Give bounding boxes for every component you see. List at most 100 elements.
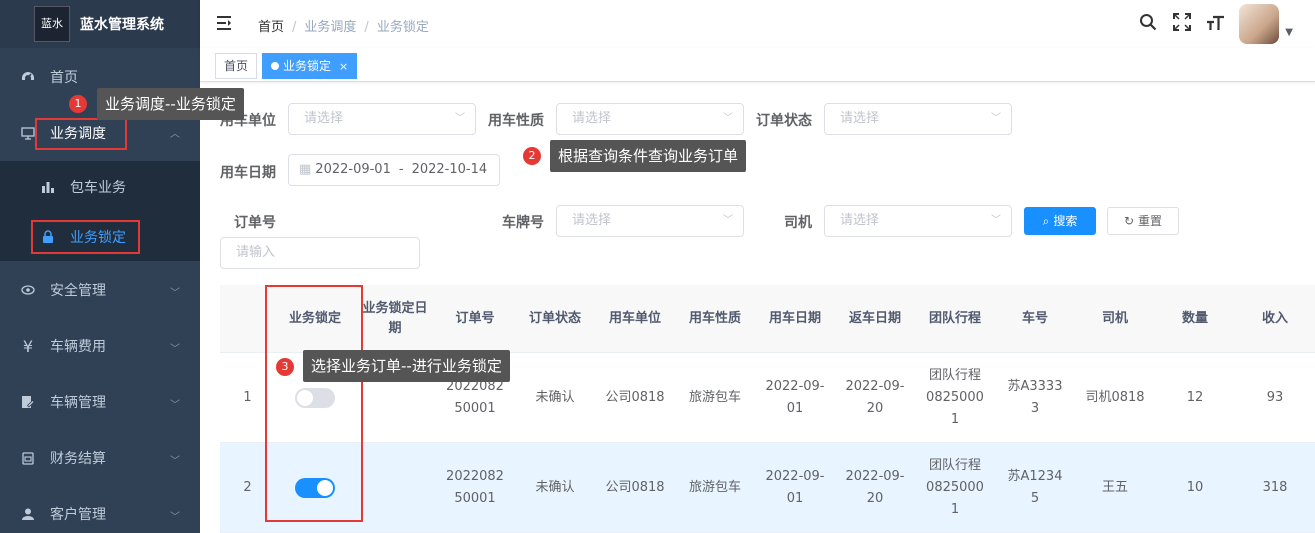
highlight-box-lock (31, 220, 140, 254)
navbar: 首页 / 业务调度 / 业务锁定 ▼ (200, 0, 1315, 48)
select-placeholder: 请选择 (840, 213, 880, 228)
trip: 团队行程 0825000 1 (926, 458, 984, 517)
sidebar-item-vehicle-fee[interactable]: ¥ 车辆费用 ﹀ (0, 318, 200, 374)
sidebar-item-label: 安全管理 (50, 283, 106, 299)
date-range-picker[interactable]: ▦ 2022-09-01-2022-10-14 (288, 154, 500, 186)
nature-label: 用车性质 (488, 113, 544, 129)
fullscreen-icon[interactable] (1165, 12, 1199, 36)
navbar-right: ▼ (1131, 0, 1315, 48)
return-date: 2022-09- 20 (845, 379, 905, 416)
tag-business-lock[interactable]: 业务锁定 × (262, 53, 358, 79)
chevron-down-icon: ﹀ (170, 344, 180, 355)
highlight-box-switch-column (265, 285, 363, 522)
unit: 公司0818 (605, 390, 665, 405)
nature-select[interactable]: 请选择 ﹀ (556, 103, 744, 135)
column-header: 业务锁定日期 (362, 301, 428, 336)
annotation-badge: 3 (276, 358, 294, 376)
quantity: 10 (1186, 480, 1204, 495)
driver: 司机0818 (1085, 390, 1145, 405)
chevron-down-icon: ﹀ (170, 456, 180, 467)
tag-home[interactable]: 首页 (215, 53, 258, 79)
logo[interactable]: 蓝水 蓝水管理系统 (0, 0, 200, 48)
select-placeholder: 请选择 (840, 111, 880, 126)
chevron-down-icon: ﹀ (170, 288, 180, 299)
annotation-badge: 1 (69, 95, 87, 113)
sidebar-item-customer[interactable]: 客户管理 ﹀ (0, 486, 200, 533)
eye-icon (20, 282, 36, 298)
sidebar: 蓝水 蓝水管理系统 首页 业务调度 ︿ 包车业务 业务锁定 安全管理 ﹀ ¥ 车… (0, 0, 200, 533)
chevron-down-icon: ﹀ (170, 512, 180, 523)
sidebar-item-label: 财务结算 (50, 451, 106, 467)
chevron-down-icon: ﹀ (723, 215, 733, 226)
order-input[interactable]: 请输入 (220, 237, 420, 269)
hamburger-icon[interactable] (215, 14, 235, 34)
caret-down-icon[interactable]: ▼ (1285, 27, 1293, 38)
search-icon: ⌕ (1042, 214, 1050, 228)
annotation-callout: 根据查询条件查询业务订单 (550, 140, 747, 172)
status-select[interactable]: 请选择 ﹀ (824, 103, 1012, 135)
sidebar-item-vehicle-manage[interactable]: 车辆管理 ﹀ (0, 374, 200, 430)
annotation-callout: 选择业务订单--进行业务锁定 (303, 350, 510, 382)
table-row[interactable]: 2 2022082 50001 未确认 公司0818 旅游包车 2022-09-… (220, 443, 1315, 533)
chevron-down-icon: ﹀ (170, 400, 180, 411)
select-placeholder: 请选择 (572, 213, 612, 228)
driver-label: 司机 (784, 215, 812, 231)
monitor-icon (20, 125, 36, 141)
column-header: 订单号 (455, 311, 495, 326)
document-edit-icon (20, 394, 36, 410)
breadcrumb-item[interactable]: 业务调度 (304, 20, 356, 35)
unit: 公司0818 (605, 480, 665, 495)
column-header: 司机 (1101, 311, 1128, 326)
order-status: 未确认 (535, 480, 575, 495)
trip: 团队行程 0825000 1 (926, 368, 984, 427)
nature: 旅游包车 (688, 390, 741, 405)
close-icon[interactable]: × (339, 60, 348, 73)
sidebar-item-label: 车辆费用 (50, 339, 106, 355)
button-label: 搜索 (1053, 214, 1078, 228)
plate-select[interactable]: 请选择 ﹀ (556, 205, 744, 237)
column-header: 用车性质 (688, 311, 741, 326)
search-button[interactable]: ⌕ 搜索 (1024, 207, 1096, 235)
status-label: 订单状态 (756, 113, 812, 129)
tag-label: 业务锁定 (283, 59, 332, 73)
order-label: 订单号 (234, 215, 276, 231)
chevron-down-icon: ﹀ (991, 113, 1001, 124)
lock-date (362, 443, 428, 533)
sidebar-item-label: 客户管理 (50, 507, 106, 523)
logo-image: 蓝水 (34, 6, 70, 42)
tags-view: 首页 业务锁定 × (200, 48, 1315, 82)
search-icon[interactable] (1131, 13, 1165, 36)
annotation-callout: 业务调度--业务锁定 (97, 88, 244, 120)
table-header: 业务锁定 业务锁定日期 订单号 订单状态 用车单位 用车性质 用车日期 返车日期… (220, 285, 1315, 353)
plate: 苏A3333 3 (1007, 379, 1063, 416)
chevron-down-icon: ﹀ (723, 113, 733, 124)
chevron-up-icon: ︿ (170, 129, 180, 140)
button-label: 重置 (1138, 214, 1163, 228)
breadcrumb-item[interactable]: 首页 (258, 20, 284, 35)
font-size-icon[interactable] (1199, 13, 1233, 36)
sidebar-item-finance[interactable]: 财务结算 ﹀ (0, 430, 200, 486)
avatar[interactable] (1239, 4, 1280, 44)
dashboard-icon (20, 69, 36, 85)
driver: 王五 (1101, 480, 1128, 495)
income: 93 (1266, 390, 1284, 405)
sidebar-item-safety[interactable]: 安全管理 ﹀ (0, 262, 200, 318)
reset-button[interactable]: ↻ 重置 (1107, 207, 1179, 235)
chevron-down-icon: ﹀ (455, 113, 465, 124)
order-status: 未确认 (535, 390, 575, 405)
quantity: 12 (1186, 390, 1204, 405)
column-header: 团队行程 (928, 311, 981, 326)
date-end: 2022-10-14 (411, 162, 488, 177)
select-placeholder: 请选择 (572, 111, 612, 126)
sidebar-subitem-charter[interactable]: 包车业务 (0, 162, 200, 212)
unit-select[interactable]: 请选择 ﹀ (288, 103, 476, 135)
clipboard-icon (20, 450, 36, 466)
column-header: 车号 (1021, 311, 1048, 326)
column-header: 用车单位 (608, 311, 661, 326)
column-header: 用车日期 (768, 311, 821, 326)
driver-select[interactable]: 请选择 ﹀ (824, 205, 1012, 237)
plate: 苏A1234 5 (1007, 469, 1063, 506)
use-date: 2022-09- 01 (765, 379, 825, 416)
column-header: 订单状态 (528, 311, 581, 326)
input-placeholder: 请输入 (236, 245, 276, 260)
